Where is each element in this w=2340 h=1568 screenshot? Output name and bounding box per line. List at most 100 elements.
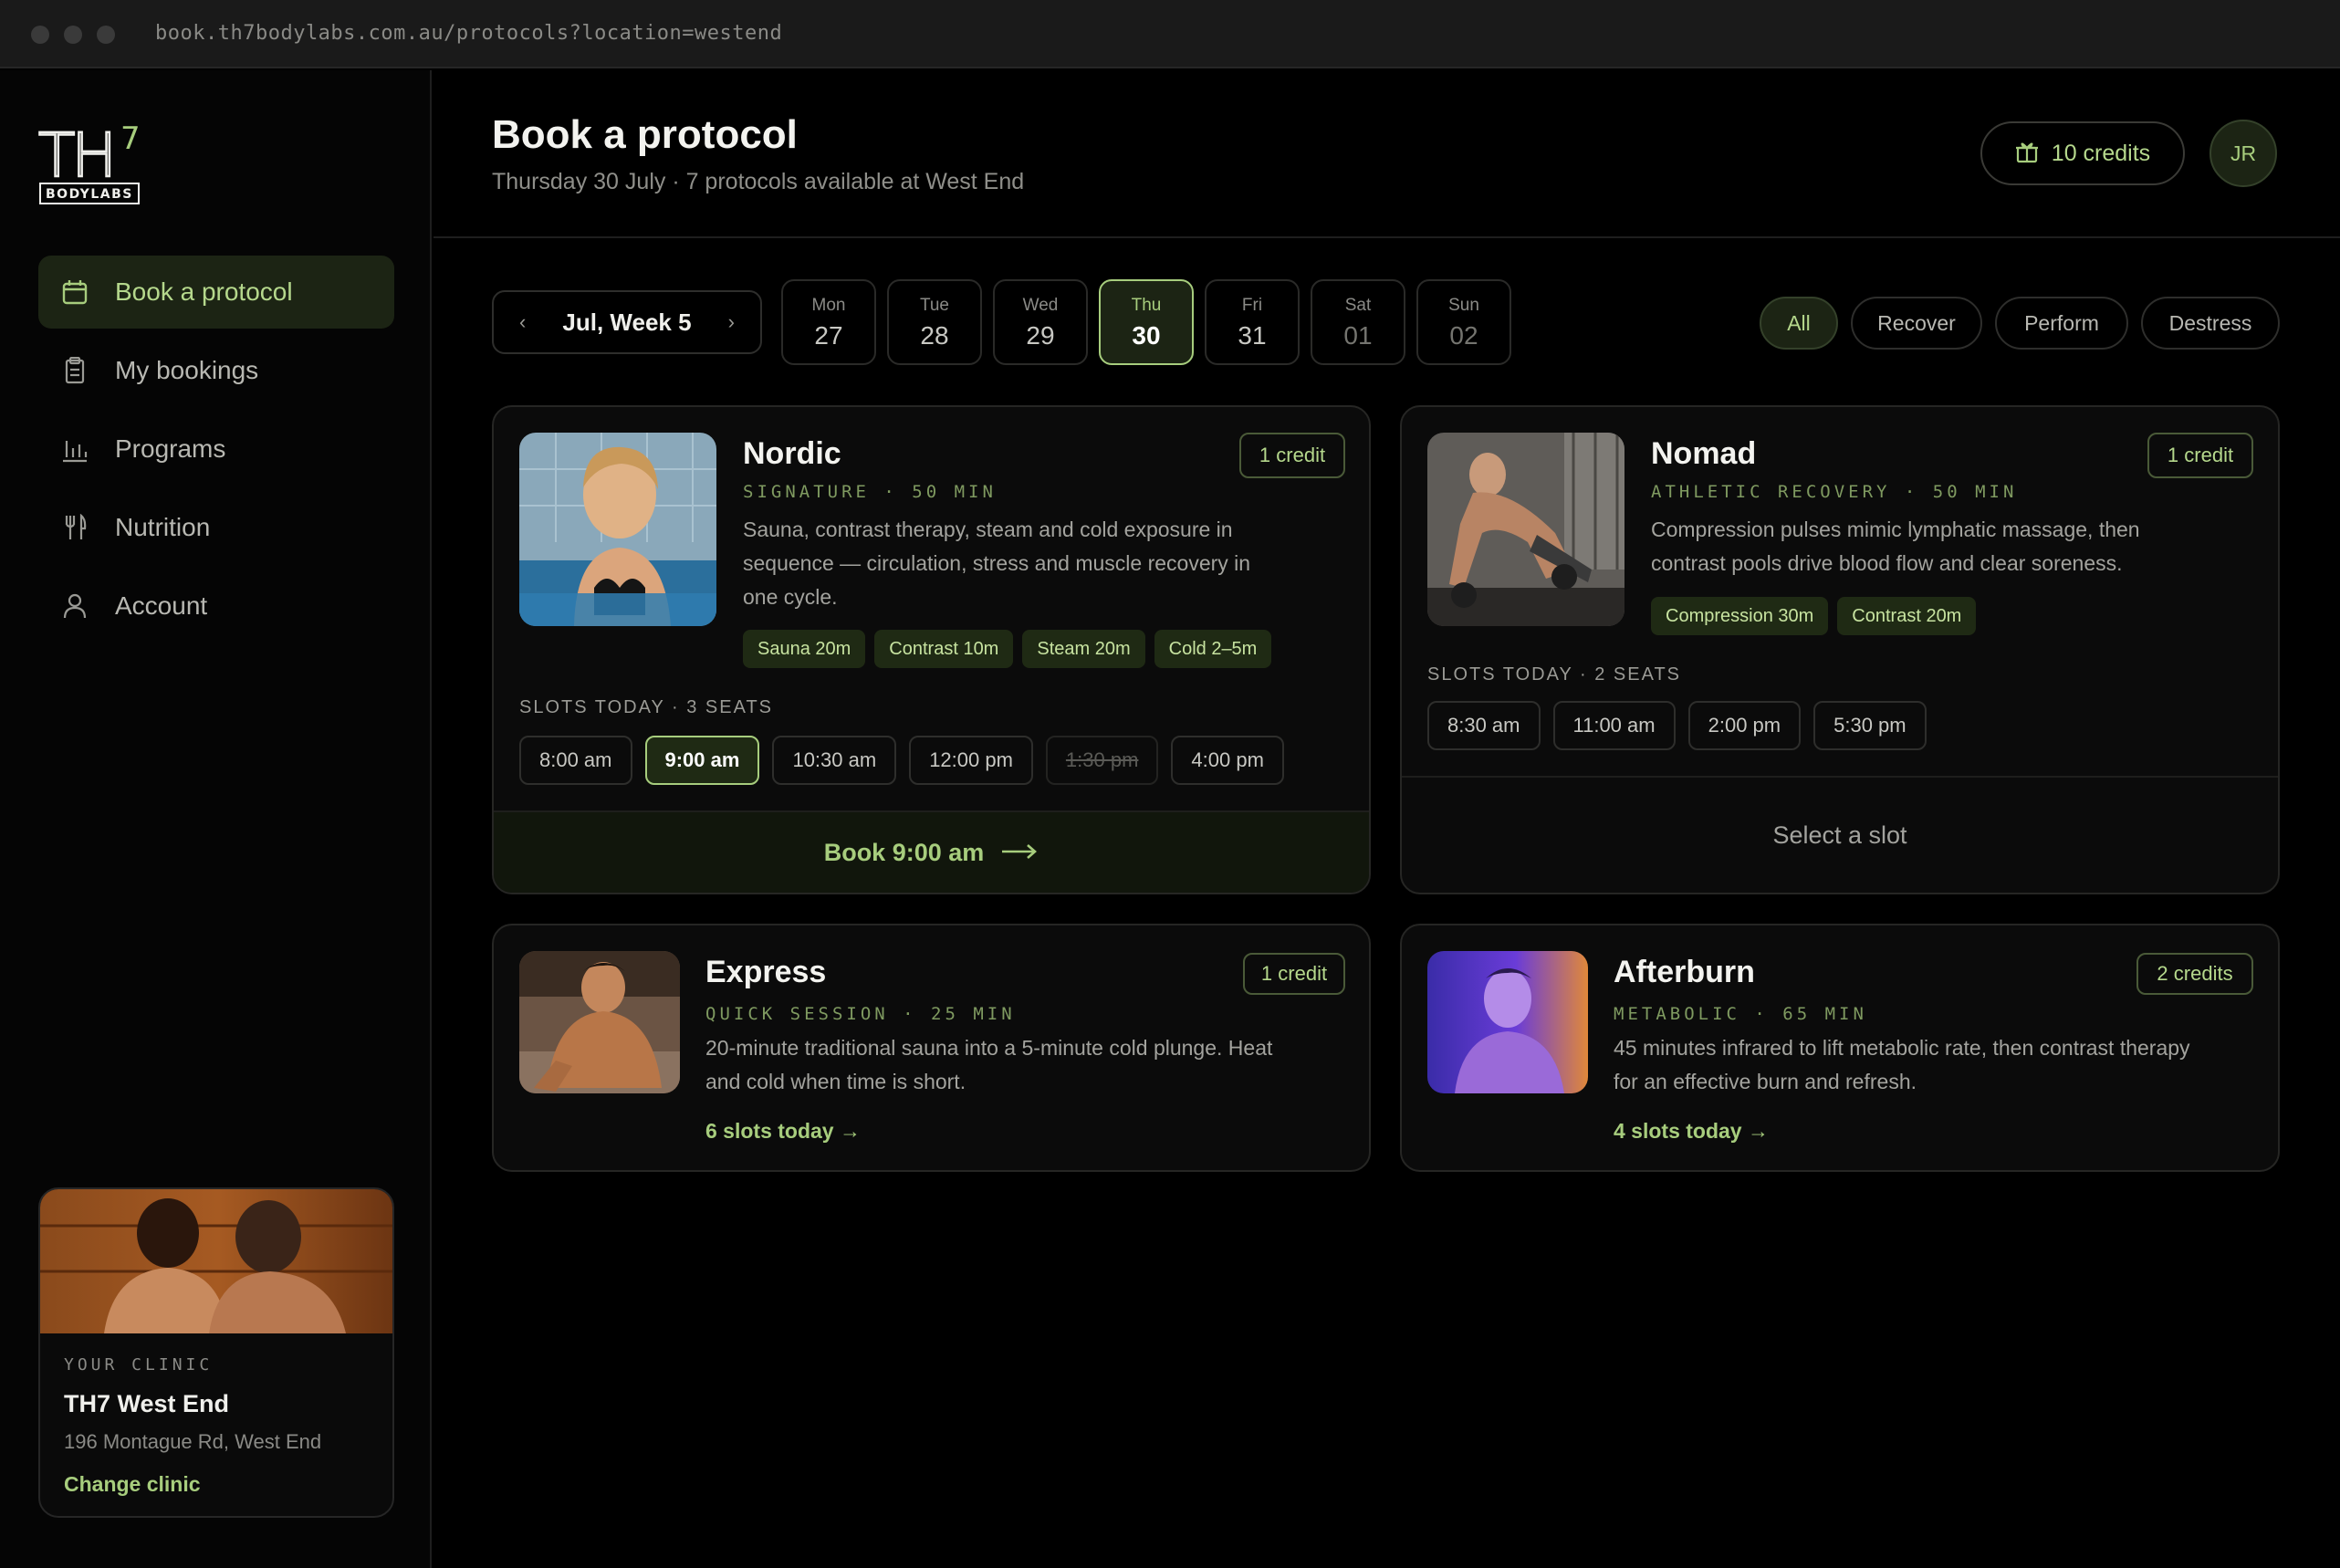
chevron-left-icon[interactable]: ‹ <box>519 310 526 334</box>
book-button-label: Book 9:00 am <box>823 838 985 866</box>
protocol-description: Compression pulses mimic lymphatic massa… <box>1651 513 2235 580</box>
description-line: Compression pulses mimic lymphatic massa… <box>1651 517 2140 541</box>
slot-button[interactable]: 8:30 am <box>1427 701 1541 750</box>
page-subtitle: Thursday 30 July · 7 protocols available… <box>492 169 1025 194</box>
description-line: Sauna, contrast therapy, steam and cold … <box>743 517 1233 541</box>
day-number: 28 <box>920 321 949 350</box>
slot-button[interactable]: 8:00 am <box>519 736 632 785</box>
credits-button[interactable]: 10 credits <box>1980 121 2185 185</box>
sidebar-item-book-a-protocol[interactable]: Book a protocol <box>38 256 394 329</box>
clipboard-icon <box>58 354 91 387</box>
credit-badge: 1 credit <box>1243 953 1345 995</box>
tag-list: Compression 30m Contrast 20m <box>1651 597 1977 635</box>
slots-today-link[interactable]: 6 slots today → <box>705 1119 861 1144</box>
day-name: Wed <box>1022 296 1059 315</box>
filter-perform[interactable]: Perform <box>1995 297 2128 350</box>
credit-badge: 2 credits <box>2136 953 2253 995</box>
window-close-dot[interactable] <box>31 26 49 44</box>
description-line: for an effective burn and refresh. <box>1614 1070 1917 1093</box>
protocol-card-afterburn: Afterburn METABOLIC · 65 MIN 2 credits 4… <box>1400 924 2280 1172</box>
window-maximize-dot[interactable] <box>97 26 115 44</box>
description-line: one cycle. <box>743 585 838 609</box>
week-navigator: ‹ Jul, Week 5 › <box>492 290 762 354</box>
sidebar-item-my-bookings[interactable]: My bookings <box>38 334 394 407</box>
day-mon[interactable]: Mon 27 <box>781 279 876 365</box>
afterburn-photo <box>1427 951 1588 1093</box>
bar-chart-icon <box>58 433 91 465</box>
credit-badge: 1 credit <box>1239 433 1345 478</box>
svg-text:7: 7 <box>120 121 141 157</box>
slot-button[interactable]: 2:00 pm <box>1687 701 1802 750</box>
protocol-eyebrow: ATHLETIC RECOVERY · 50 MIN <box>1651 482 2018 502</box>
day-name: Sun <box>1448 296 1479 315</box>
day-name: Fri <box>1241 296 1263 315</box>
sidebar-item-label: Account <box>115 591 208 620</box>
day-number: 27 <box>814 321 843 350</box>
day-name: Sat <box>1344 296 1372 315</box>
avatar[interactable]: JR <box>2209 120 2277 187</box>
th7-logo[interactable]: TH 7 BODYLABS <box>37 120 157 207</box>
window-minimize-dot[interactable] <box>64 26 82 44</box>
protocol-title: Express <box>705 955 827 989</box>
address-bar[interactable]: book.th7bodylabs.com.au/protocols?locati… <box>155 22 782 45</box>
protocol-description: Sauna, contrast therapy, steam and cold … <box>743 513 1327 614</box>
day-number: 31 <box>1238 321 1267 350</box>
tag: Compression 30m <box>1651 597 1829 635</box>
credits-count: 10 credits <box>2051 140 2151 166</box>
day-sun[interactable]: Sun 02 <box>1416 279 1511 365</box>
protocol-card-nomad: Nomad ATHLETIC RECOVERY · 50 MIN 1 credi… <box>1400 405 2280 894</box>
sidebar-item-account[interactable]: Account <box>38 570 394 643</box>
day-thu[interactable]: Thu 30 <box>1099 279 1194 365</box>
slot-button[interactable]: 4:00 pm <box>1171 736 1284 785</box>
protocol-title: Afterburn <box>1614 955 1755 989</box>
day-tue[interactable]: Tue 28 <box>887 279 982 365</box>
sidebar-item-nutrition[interactable]: Nutrition <box>38 491 394 564</box>
protocol-eyebrow: QUICK SESSION · 25 MIN <box>705 1004 1016 1024</box>
slot-button[interactable]: 11:00 am <box>1552 701 1676 750</box>
express-photo <box>519 951 680 1093</box>
tag: Steam 20m <box>1022 630 1145 668</box>
arrow-right-icon <box>1000 839 1039 867</box>
day-fri[interactable]: Fri 31 <box>1205 279 1300 365</box>
sidebar-item-programs[interactable]: Programs <box>38 413 394 486</box>
tag: Sauna 20m <box>743 630 866 668</box>
day-name: Tue <box>919 296 950 315</box>
browser-chrome: book.th7bodylabs.com.au/protocols?locati… <box>0 0 2340 68</box>
clinic-card: YOUR CLINIC TH7 West End 196 Montague Rd… <box>38 1187 394 1518</box>
clinic-name: TH7 West End <box>64 1390 230 1417</box>
change-clinic-link[interactable]: Change clinic <box>64 1472 201 1497</box>
tag: Contrast 10m <box>874 630 1014 668</box>
gift-icon <box>2015 140 2039 168</box>
protocol-description: 20-minute traditional sauna into a 5-min… <box>705 1031 1344 1099</box>
clinic-eyebrow: YOUR CLINIC <box>64 1355 214 1375</box>
filter-all[interactable]: All <box>1760 297 1838 350</box>
book-button[interactable]: Book 9:00 am <box>494 810 1369 893</box>
slot-list: 8:30 am 11:00 am 2:00 pm 5:30 pm <box>1427 701 1927 750</box>
slots-today-link[interactable]: 4 slots today → <box>1614 1119 1769 1144</box>
sidebar-item-label: Book a protocol <box>115 277 293 306</box>
clinic-address: 196 Montague Rd, West End <box>64 1430 322 1453</box>
filter-recover[interactable]: Recover <box>1851 297 1982 350</box>
select-slot-button[interactable]: Select a slot <box>1402 776 2278 893</box>
slot-button-selected[interactable]: 9:00 am <box>644 736 760 785</box>
filter-destress[interactable]: Destress <box>2141 297 2280 350</box>
svg-text:BODYLABS: BODYLABS <box>46 187 133 202</box>
slot-button[interactable]: 12:00 pm <box>909 736 1033 785</box>
slot-button[interactable]: 5:30 pm <box>1813 701 1927 750</box>
day-number: 29 <box>1026 321 1055 350</box>
page-title: Book a protocol <box>492 112 798 157</box>
day-sat[interactable]: Sat 01 <box>1311 279 1405 365</box>
nordic-photo <box>519 433 716 626</box>
day-wed[interactable]: Wed 29 <box>993 279 1088 365</box>
slot-button[interactable]: 10:30 am <box>772 736 897 785</box>
sidebar-item-label: Nutrition <box>115 513 211 541</box>
slot-button-unavailable: 1:30 pm <box>1045 736 1159 785</box>
sidebar-item-label: My bookings <box>115 356 259 384</box>
protocol-eyebrow: SIGNATURE · 50 MIN <box>743 482 997 502</box>
sidebar-item-label: Programs <box>115 434 226 463</box>
chevron-right-icon[interactable]: › <box>728 310 735 334</box>
description-line: and cold when time is short. <box>705 1070 966 1093</box>
page-header: Book a protocol Thursday 30 July · 7 pro… <box>434 70 2340 238</box>
protocol-title: Nordic <box>743 436 841 471</box>
clinic-photo <box>40 1189 392 1333</box>
